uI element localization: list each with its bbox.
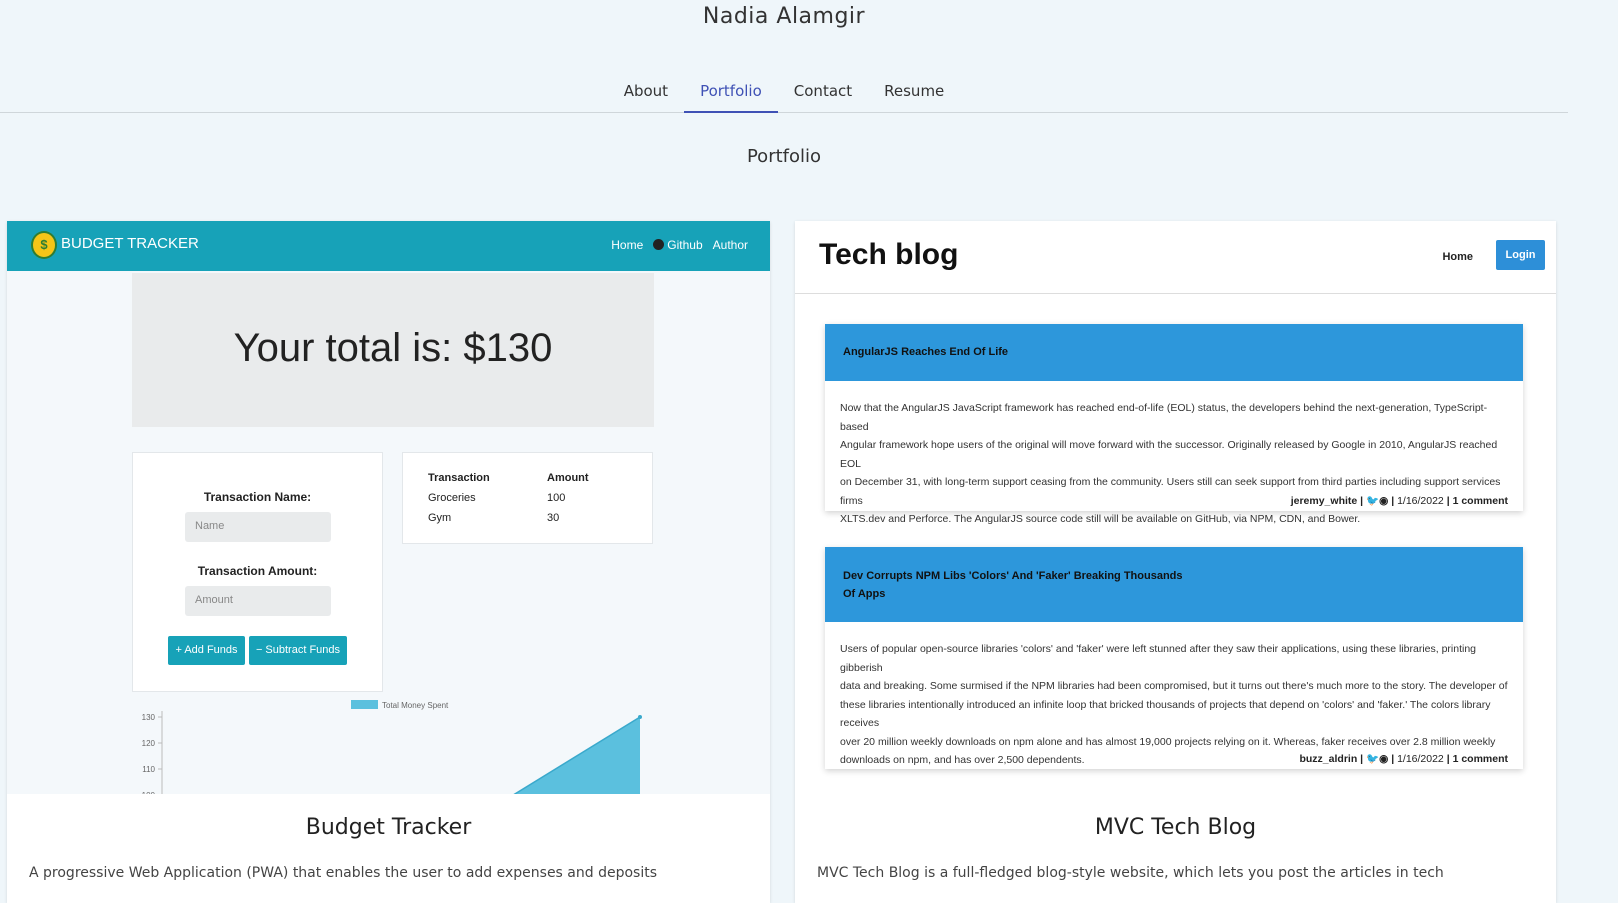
project-description: A progressive Web Application (PWA) that… (29, 865, 658, 881)
project-screenshot[interactable]: $ BUDGET TRACKER Home Github Author Your… (7, 221, 770, 794)
bt-table-header: Amount (547, 472, 589, 484)
tb-post-title: Dev Corrupts NPM Libs 'Colors' And 'Fake… (825, 547, 1523, 622)
project-card-budget-tracker[interactable]: $ BUDGET TRACKER Home Github Author Your… (7, 221, 770, 903)
github-icon: ◉ (1379, 753, 1389, 765)
nav-portfolio[interactable]: Portfolio (684, 72, 778, 113)
bt-amount-input: Amount (185, 586, 331, 616)
bt-navbar: $ BUDGET TRACKER Home Github Author (7, 221, 770, 271)
twitter-icon: 🐦 (1366, 495, 1380, 507)
tb-post-date: 1/16/2022 (1397, 753, 1444, 765)
chart-legend-swatch (351, 700, 378, 709)
tb-post-author: jeremy_white (1290, 495, 1358, 507)
bt-form: Transaction Name: Name Transaction Amoun… (132, 452, 383, 692)
bt-name-input: Name (185, 512, 331, 542)
tb-post-date: 1/16/2022 (1397, 495, 1444, 507)
bt-nav-author: Author (712, 238, 748, 252)
nav-resume[interactable]: Resume (868, 72, 960, 113)
tb-post-title: AngularJS Reaches End Of Life (825, 324, 1523, 381)
bt-table-cell: 100 (547, 492, 566, 504)
main-nav: About Portfolio Contact Resume (0, 72, 1568, 113)
chart-y-tick-label: 130 (142, 713, 156, 722)
chart-legend-label: Total Money Spent (382, 701, 449, 710)
bt-name-label: Transaction Name: (203, 490, 312, 504)
bt-table-cell: Groceries (428, 492, 476, 504)
github-icon (653, 239, 665, 250)
section-title: Portfolio (746, 146, 822, 167)
nav-about[interactable]: About (608, 72, 684, 113)
tb-post: Dev Corrupts NPM Libs 'Colors' And 'Fake… (825, 547, 1523, 769)
project-title: MVC Tech Blog (1094, 815, 1257, 840)
chart-y-tick-label: 110 (142, 765, 155, 774)
project-card-tech-blog[interactable]: Tech blog Home Login AngularJS Reaches E… (795, 221, 1556, 903)
chart-y-tick-label: 100 (142, 791, 156, 794)
bt-nav-links: Home Github Author (611, 238, 748, 252)
bt-spending-chart: Total Money Spent 130 120 110 100 (142, 700, 642, 794)
bt-amount-label: Transaction Amount: (197, 564, 318, 578)
project-screenshot[interactable]: Tech blog Home Login AngularJS Reaches E… (795, 221, 1556, 794)
tb-login-button: Login (1496, 240, 1545, 270)
bt-total: Your total is: $130 (132, 273, 654, 427)
bt-table-header: Transaction (428, 472, 490, 484)
bt-transactions-table: Transaction Amount Groceries 100 Gym 30 (402, 452, 653, 544)
bt-table-cell: Gym (428, 512, 452, 524)
tb-post-body: Users of popular open-source libraries '… (840, 643, 1508, 766)
twitter-icon: 🐦 (1366, 753, 1380, 765)
site-name: Nadia Alamgir (702, 4, 866, 29)
tb-post-meta: buzz_aldrin | 🐦◉ | 1/16/2022 | 1 comment (1299, 753, 1508, 765)
chart-point (638, 715, 642, 719)
project-description: MVC Tech Blog is a full-fledged blog-sty… (817, 865, 1444, 881)
tb-post-body: Now that the AngularJS JavaScript framew… (840, 402, 1501, 525)
tb-post-author: buzz_aldrin (1299, 753, 1358, 765)
tb-post-comments: 1 comment (1452, 753, 1508, 765)
bt-brand: BUDGET TRACKER (61, 235, 199, 252)
github-icon: ◉ (1379, 495, 1389, 507)
tb-title: Tech blog (819, 238, 959, 271)
tb-nav-home: Home (1442, 251, 1473, 263)
tb-post-meta: jeremy_white | 🐦◉ | 1/16/2022 | 1 commen… (1290, 495, 1508, 507)
bt-nav-home: Home (611, 238, 644, 252)
tb-post-comments: 1 comment (1452, 495, 1508, 507)
tb-post: AngularJS Reaches End Of Life Now that t… (825, 324, 1523, 525)
nav-contact[interactable]: Contact (778, 72, 868, 113)
project-title: Budget Tracker (305, 815, 472, 840)
money-bag-icon: $ (31, 231, 57, 259)
bt-table-cell: 30 (547, 512, 560, 524)
tb-header: Tech blog Home Login (795, 221, 1556, 294)
bt-nav-github: Github (653, 238, 703, 252)
chart-area-series (514, 717, 640, 794)
bt-add-funds-button: + Add Funds (168, 636, 245, 665)
bt-subtract-funds-button: − Subtract Funds (249, 636, 347, 665)
bt-nav-github-label: Github (667, 238, 703, 252)
chart-y-tick-label: 120 (142, 739, 156, 748)
